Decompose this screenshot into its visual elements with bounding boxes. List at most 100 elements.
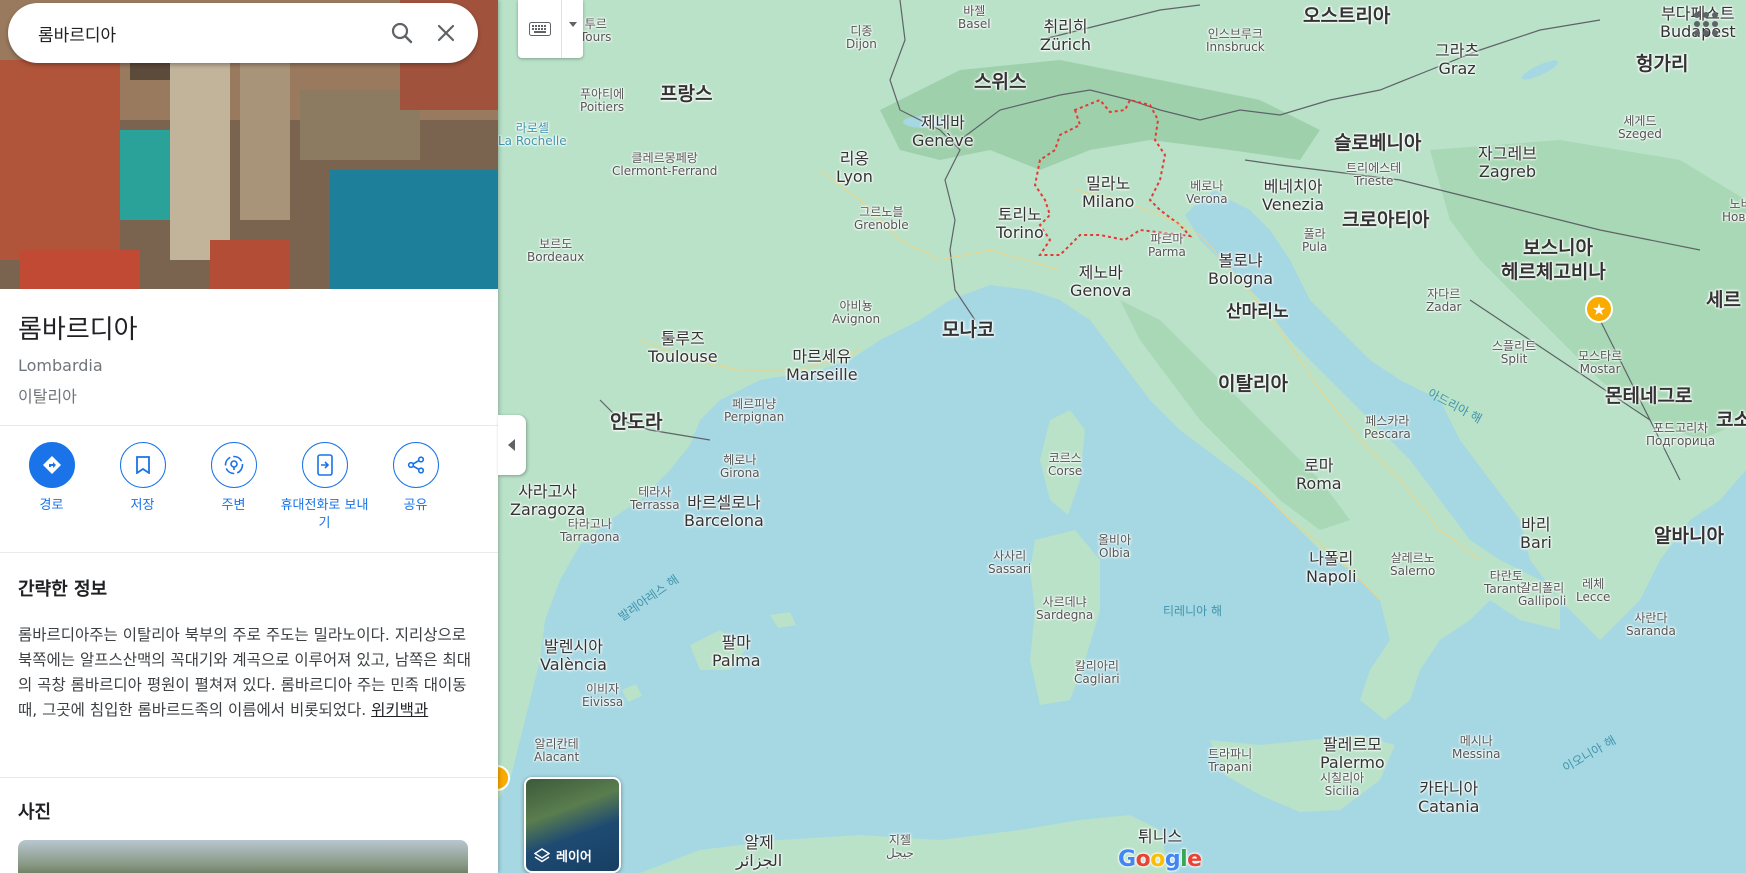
map-label-city-napoli[interactable]: 나폴리 Napoli <box>1306 550 1357 585</box>
saved-place-star-marker[interactable]: ★ <box>1585 295 1613 323</box>
map-label-city-tunis[interactable]: 튀니스 <box>1138 828 1182 846</box>
map-label-city-clermont[interactable]: 클레르몽페랑 Clermont-Ferrand <box>612 151 717 178</box>
map-label-bosnia: 보스니아 <box>1523 237 1593 259</box>
map-label-tyrrhenian-sea: 티레니아 해 <box>1163 604 1223 618</box>
send-to-phone-button[interactable]: 휴대전화로 보내기 <box>279 442 370 540</box>
city-name-korean: 밀라노 <box>1086 174 1131 193</box>
map-label-city-szeged[interactable]: 세게드 Szeged <box>1618 114 1662 141</box>
input-tools-dropdown-icon[interactable] <box>562 0 583 58</box>
map-label-city-eivissa[interactable]: 이비자 Eivissa <box>582 682 623 709</box>
input-tools-control[interactable] <box>518 0 583 58</box>
map-label-city-valencia[interactable]: 발렌시아 València <box>540 638 607 673</box>
send-to-phone-label: 휴대전화로 보내기 <box>280 498 369 531</box>
place-header: 롬바르디아 Lombardia 이탈리아 <box>0 289 498 426</box>
map-label-city-tarragona[interactable]: 타라고나 Tarragona <box>560 517 620 544</box>
map-label-city-zagreb[interactable]: 자그레브 Zagreb <box>1478 145 1537 180</box>
map-label-city-alacant[interactable]: 알리칸테 Alacant <box>534 737 579 764</box>
city-name-korean: 나폴리 <box>1309 549 1354 568</box>
map-label-city-toulouse[interactable]: 툴루즈 Toulouse <box>648 330 718 365</box>
map-label-city-geneve[interactable]: 제네바 Genève <box>912 114 974 149</box>
map-label-city-poitiers[interactable]: 푸아티에 Poitiers <box>580 87 624 114</box>
map-label-city-palma[interactable]: 팔마 Palma <box>712 634 761 669</box>
map-label-city-jijel[interactable]: 지젤 جيجل <box>886 833 914 860</box>
map-label-city-sassari[interactable]: 사사리 Sassari <box>988 549 1031 576</box>
map-label-city-basel[interactable]: 바젤 Basel <box>958 4 991 31</box>
map-label-city-corse[interactable]: 코르스 Corse <box>1048 451 1082 478</box>
map-label-city-verona[interactable]: 베로나 Verona <box>1186 179 1228 206</box>
map-label-city-marseille[interactable]: 마르세유 Marseille <box>786 348 858 383</box>
map-label-city-bari[interactable]: 바리 Bari <box>1520 516 1552 551</box>
map-label-city-innsbruck[interactable]: 인스브루크 Innsbruck <box>1206 27 1265 54</box>
directions-label: 경로 <box>39 498 64 513</box>
map-label-city-messina[interactable]: 메시나 Messina <box>1452 734 1501 761</box>
keyboard-icon[interactable] <box>518 0 562 58</box>
map-label-city-lecce[interactable]: 레체 Lecce <box>1576 577 1611 605</box>
map-label-city-terrassa[interactable]: 테라사 Terrassa <box>630 485 680 512</box>
map-label-city-zaragoza[interactable]: 사라고사 Zaragoza <box>510 483 585 518</box>
map-label-city-pula[interactable]: 풀라 Pula <box>1302 227 1327 254</box>
google-apps-icon[interactable] <box>1690 8 1720 38</box>
city-name-local: Girona <box>720 466 760 481</box>
city-name-korean: 발렌시아 <box>544 637 603 656</box>
nearby-button[interactable]: 주변 <box>188 442 279 540</box>
map-label-city-pescara[interactable]: 페스카라 Pescara <box>1364 414 1411 442</box>
map-label-city-podgorica[interactable]: 포드고리차 Подгорица <box>1646 421 1715 448</box>
map-label-city-cagliari[interactable]: 칼리아리 Cagliari <box>1074 659 1120 686</box>
search-input[interactable] <box>38 23 380 43</box>
city-name-local: Pescara <box>1364 427 1411 442</box>
map-label-city-graz[interactable]: 그라츠 Graz <box>1435 42 1479 77</box>
map-label-city-mostar[interactable]: 모스타르 Mostar <box>1578 349 1622 376</box>
map-label-city-trapani[interactable]: 트라파니 Trapani <box>1208 747 1252 774</box>
map-label-city-alger[interactable]: 알제 الجزائر <box>736 834 782 869</box>
map-label-city-dijon[interactable]: 디종 Dijon <box>846 24 877 51</box>
map-label-city-lyon[interactable]: 리옹 Lyon <box>836 150 873 185</box>
city-name-local: Avignon <box>832 312 881 327</box>
map-label-city-girona[interactable]: 헤로나 Girona <box>720 453 760 481</box>
map-label-city-sicilia[interactable]: 시칠리아 Sicilia <box>1320 771 1364 798</box>
clear-search-button[interactable] <box>424 11 468 55</box>
map-label-city-salerno[interactable]: 살레르노 Salerno <box>1390 551 1435 578</box>
map-label-city-parma[interactable]: 파르마 Parma <box>1148 232 1186 259</box>
directions-button[interactable]: 경로 <box>6 442 97 540</box>
map-label-city-barcelona[interactable]: 바르셀로나 Barcelona <box>684 494 764 529</box>
about-text: 롬바르디아주는 이탈리아 북부의 주로 주도는 밀라노이다. 지리상으로 북쪽에… <box>18 623 480 723</box>
map-label-city-venezia[interactable]: 베네치아 Venezia <box>1262 178 1324 213</box>
city-name-local: Zagreb <box>1478 161 1537 181</box>
map-label-city-roma[interactable]: 로마 Roma <box>1296 457 1342 492</box>
city-name-local: Graz <box>1438 58 1476 78</box>
map-label-city-perpignan[interactable]: 페르피냥 Perpignan <box>724 397 784 424</box>
map-label-city-catania[interactable]: 카타니아 Catania <box>1418 780 1479 815</box>
map-label-city-bologna[interactable]: 볼로냐 Bologna <box>1208 252 1273 287</box>
map-label-city-genova[interactable]: 제노바 Genova <box>1070 264 1131 299</box>
city-name-local: Lecce <box>1576 590 1611 605</box>
map-label-city-olbia[interactable]: 올비아 Olbia <box>1098 533 1131 560</box>
wikipedia-link[interactable]: 위키백과 <box>371 701 428 719</box>
map-label-city-palermo[interactable]: 팔레르모 Palermo <box>1320 736 1385 771</box>
map-label-city-grenoble[interactable]: 그르노블 Grenoble <box>854 205 909 233</box>
map-label-city-avignon[interactable]: 아비뇽 Avignon <box>832 299 881 327</box>
map-label-city-bordeaux[interactable]: 보르도 Bordeaux <box>527 237 584 264</box>
map-label-albania: 알바니아 <box>1654 525 1724 547</box>
city-name-local: Toulouse <box>648 346 718 366</box>
share-button[interactable]: 공유 <box>370 442 461 540</box>
map-label-city-novisad[interactable]: 노비사드Нови Сад <box>1722 197 1746 224</box>
map-label-city-zadar[interactable]: 자다르 Zadar <box>1426 287 1461 314</box>
collapse-panel-button[interactable] <box>498 415 526 475</box>
map-label-city-torino[interactable]: 토리노 Torino <box>996 206 1044 241</box>
map-label-city-zurich[interactable]: 취리히 Zürich <box>1040 18 1091 53</box>
city-name-korean: 카타니아 <box>1419 779 1479 798</box>
map-label-city-larochelle[interactable]: 라로셸 La Rochelle <box>498 121 567 148</box>
layers-button[interactable]: 레이어 <box>524 777 621 873</box>
map-label-city-gallipoli[interactable]: 갈리폴리 Gallipoli <box>1518 581 1566 608</box>
map-label-hungary: 헝가리 <box>1636 53 1689 75</box>
map-label-city-trieste[interactable]: 트리에스테 Trieste <box>1346 161 1401 188</box>
search-button[interactable] <box>380 11 424 55</box>
photo-thumbnail[interactable] <box>18 840 468 873</box>
save-button[interactable]: 저장 <box>97 442 188 540</box>
map-label-city-split[interactable]: 스플리트 Split <box>1492 339 1536 366</box>
map-label-city-sardegna[interactable]: 사르데냐 Sardegna <box>1036 595 1093 622</box>
map-label-city-milano[interactable]: 밀라노 Milano <box>1082 175 1134 210</box>
map-label-city-saranda[interactable]: 사란다 Saranda <box>1626 611 1676 638</box>
map-label-city-tours[interactable]: 투르 Tours <box>580 17 611 44</box>
city-name-local: Grenoble <box>854 218 909 233</box>
